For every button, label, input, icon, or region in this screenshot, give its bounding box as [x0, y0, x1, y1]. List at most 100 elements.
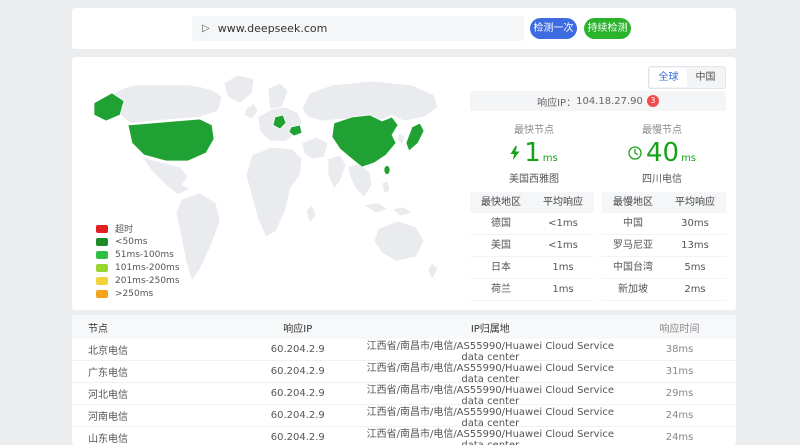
legend-item: 101ms-200ms — [96, 261, 180, 274]
cell-ip: 60.204.2.9 — [238, 366, 358, 377]
map-legend: 超时 <50ms 51ms-100ms 101ms-200ms 201ms-25… — [96, 222, 180, 300]
col-node: 节点 — [72, 320, 238, 335]
slowest-node-value: 40 ms — [598, 138, 726, 168]
cell-node: 广东电信 — [72, 364, 238, 379]
legend-label: 超时 — [115, 222, 133, 235]
node-table: 节点 响应IP IP归属地 响应时间 北京电信 60.204.2.9 江西省/南… — [72, 315, 736, 445]
cell-node: 河北电信 — [72, 386, 238, 401]
legend-label: <50ms — [115, 237, 147, 247]
legend-item: <50ms — [96, 235, 180, 248]
map-japan — [406, 123, 424, 151]
region-time: 1ms — [532, 257, 594, 278]
map-uk — [244, 103, 258, 119]
map-south-america — [176, 193, 220, 281]
cell-node: 山东电信 — [72, 430, 238, 445]
col-region: 最快地区 — [470, 192, 532, 213]
fastest-ms: 1 — [524, 138, 541, 168]
col-avg-response: 平均响应 — [664, 192, 726, 213]
node-stats: 最快节点 1 ms 美国西雅图 最慢节点 40 ms 四川电信 — [470, 121, 726, 185]
col-response-ip: 响应IP — [238, 320, 358, 335]
cell-time: 24ms — [623, 432, 736, 443]
map-taiwan — [384, 166, 390, 175]
slowest-node-title: 最慢节点 — [598, 121, 726, 136]
cell-ip: 60.204.2.9 — [238, 388, 358, 399]
map-middle-east — [302, 137, 328, 159]
map-australia — [374, 221, 424, 261]
map-indonesia — [364, 203, 412, 216]
tab-global[interactable]: 全球 — [650, 68, 687, 87]
region-name: 中国台湾 — [602, 257, 664, 278]
map-philippines — [382, 181, 390, 193]
region-name: 荷兰 — [470, 279, 532, 300]
cell-time: 29ms — [623, 388, 736, 399]
map-scandinavia — [268, 83, 288, 109]
lightning-icon — [510, 146, 520, 160]
col-region: 最慢地区 — [602, 192, 664, 213]
region-time: 5ms — [664, 257, 726, 278]
region-row: 中国台湾 5ms — [602, 257, 726, 279]
cell-time: 24ms — [623, 410, 736, 421]
map-se-asia — [348, 163, 372, 197]
slowest-location: 四川电信 — [598, 170, 726, 185]
cell-node: 北京电信 — [72, 342, 238, 357]
col-ip-location: IP归属地 — [358, 320, 624, 335]
response-ip-bar: 响应IP： 104.18.27.90 3 — [470, 91, 726, 111]
region-row: 荷兰 1ms — [470, 279, 594, 301]
check-once-button[interactable]: 检测一次 — [530, 18, 577, 39]
map-usa — [128, 119, 214, 161]
region-row: 新加坡 2ms — [602, 279, 726, 301]
legend-swatch — [96, 251, 108, 259]
table-row[interactable]: 山东电信 60.204.2.9 江西省/南昌市/电信/AS55990/Huawe… — [72, 427, 736, 445]
region-row: 美国 <1ms — [470, 235, 594, 257]
legend-item: >250ms — [96, 287, 180, 300]
legend-label: >250ms — [115, 289, 153, 299]
search-bar: ▷ www.deepseek.com 检测一次 持续检测 — [72, 8, 736, 49]
fastest-location: 美国西雅图 — [470, 170, 598, 185]
region-time: 13ms — [664, 235, 726, 256]
legend-swatch — [96, 277, 108, 285]
result-panel: 超时 <50ms 51ms-100ms 101ms-200ms 201ms-25… — [72, 57, 736, 310]
node-table-body: 北京电信 60.204.2.9 江西省/南昌市/电信/AS55990/Huawe… — [72, 339, 736, 445]
scope-tabs: 全球 中国 — [648, 66, 726, 89]
region-time: <1ms — [532, 213, 594, 234]
region-tables: 最快地区 平均响应 德国 <1ms 美国 <1ms 日本 — [470, 192, 726, 301]
fastest-region-rows: 德国 <1ms 美国 <1ms 日本 1ms 荷兰 — [470, 213, 594, 301]
url-input[interactable]: ▷ www.deepseek.com — [192, 16, 524, 41]
slowest-node-stat: 最慢节点 40 ms 四川电信 — [598, 121, 726, 185]
slowest-ms: 40 — [646, 138, 679, 168]
slowest-region-rows: 中国 30ms 罗马尼亚 13ms 中国台湾 5ms 新加坡 — [602, 213, 726, 301]
region-name: 新加坡 — [602, 279, 664, 300]
map-canada — [112, 85, 222, 123]
fastest-node-stat: 最快节点 1 ms 美国西雅图 — [470, 121, 598, 185]
ip-count-badge[interactable]: 3 — [647, 95, 659, 107]
clock-icon — [628, 146, 642, 160]
cell-ip: 60.204.2.9 — [238, 432, 358, 443]
legend-swatch — [96, 225, 108, 233]
map-korea — [397, 133, 405, 145]
legend-label: 51ms-100ms — [115, 250, 174, 260]
legend-swatch — [96, 290, 108, 298]
map-madagascar — [306, 205, 316, 223]
slowest-region-table: 最慢地区 平均响应 中国 30ms 罗马尼亚 13ms 中 — [602, 192, 726, 301]
tab-china[interactable]: 中国 — [687, 68, 724, 87]
cell-time: 38ms — [623, 344, 736, 355]
url-value: www.deepseek.com — [218, 22, 328, 35]
cell-time: 31ms — [623, 366, 736, 377]
legend-label: 201ms-250ms — [115, 276, 180, 286]
map-greenland — [224, 75, 254, 103]
response-ip-label: 响应IP： — [537, 94, 576, 109]
region-time: 30ms — [664, 213, 726, 234]
region-row: 日本 1ms — [470, 257, 594, 279]
region-time: <1ms — [532, 235, 594, 256]
map-mexico — [142, 157, 190, 195]
play-icon: ▷ — [202, 23, 210, 34]
continuous-check-button[interactable]: 持续检测 — [584, 18, 631, 39]
map-new-zealand — [428, 263, 438, 279]
cell-ip: 60.204.2.9 — [238, 410, 358, 421]
fastest-region-table: 最快地区 平均响应 德国 <1ms 美国 <1ms 日本 — [470, 192, 594, 301]
node-table-header: 节点 响应IP IP归属地 响应时间 — [72, 315, 736, 339]
map-africa — [246, 147, 302, 237]
col-avg-response: 平均响应 — [532, 192, 594, 213]
legend-item: 201ms-250ms — [96, 274, 180, 287]
fastest-node-title: 最快节点 — [470, 121, 598, 136]
